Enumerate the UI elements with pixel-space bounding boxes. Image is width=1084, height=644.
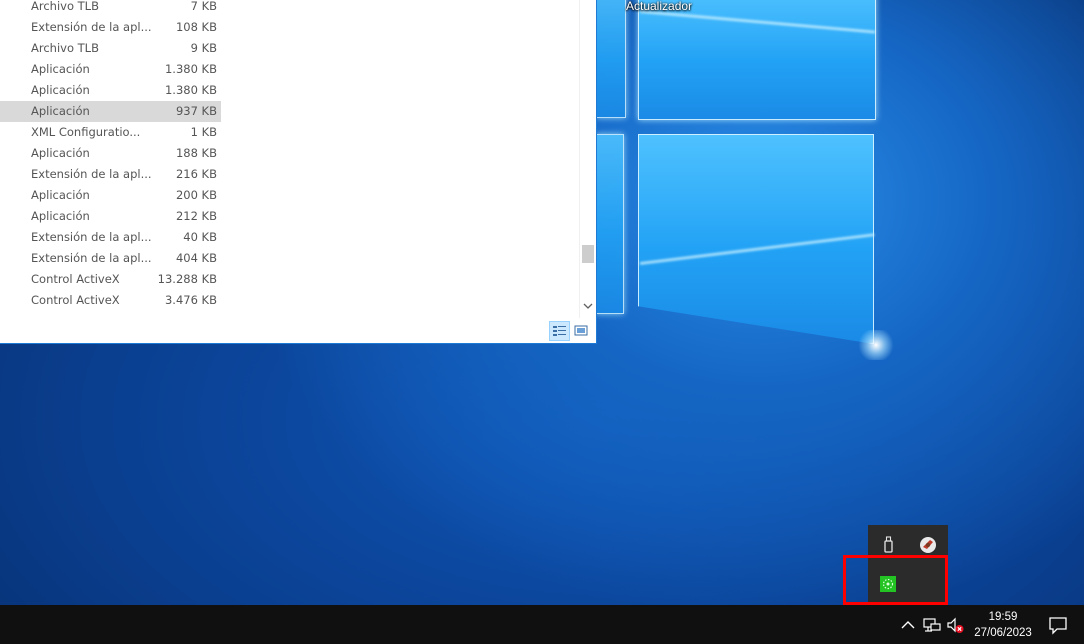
file-row[interactable]: XML Configuratio... 1 KB <box>0 122 221 143</box>
file-row[interactable]: Archivo TLB 9 KB <box>0 38 221 59</box>
taskbar: 19:59 27/06/2023 <box>0 605 1084 644</box>
highlight-annotation-box <box>843 555 948 605</box>
vertical-scrollbar[interactable] <box>579 0 596 318</box>
clock-date: 27/06/2023 <box>974 627 1032 639</box>
file-size: 3.476 KB <box>164 293 217 307</box>
file-type: Aplicación <box>31 146 90 160</box>
desktop-shortcut-label[interactable]: Actualizador <box>626 0 692 13</box>
wallpaper-pane-bottom-left <box>596 134 624 314</box>
wallpaper-pane-top-left <box>596 0 626 118</box>
large-icons-view-button[interactable] <box>571 321 592 341</box>
file-row[interactable]: Control ActiveX 13.288 KB <box>0 269 221 290</box>
file-size: 1.380 KB <box>164 83 217 97</box>
file-type: Archivo TLB <box>31 0 99 13</box>
file-type: Extensión de la apl... <box>31 20 152 34</box>
large-icons-view-icon <box>574 325 588 336</box>
usb-device-icon[interactable] <box>878 535 898 555</box>
details-view-button[interactable] <box>549 321 570 341</box>
file-row[interactable]: Extensión de la apl... 404 KB <box>0 248 221 269</box>
file-row[interactable]: Aplicación 1.380 KB <box>0 59 221 80</box>
file-size: 40 KB <box>183 230 217 244</box>
scrollbar-thumb[interactable] <box>582 245 594 263</box>
details-view-icon <box>553 326 566 336</box>
file-row[interactable]: Extensión de la apl... 40 KB <box>0 227 221 248</box>
file-size: 188 KB <box>175 146 217 160</box>
scroll-down-arrow-icon[interactable] <box>583 302 593 313</box>
file-type: Extensión de la apl... <box>31 167 152 181</box>
file-size: 404 KB <box>175 251 217 265</box>
file-type: Aplicación <box>31 104 90 118</box>
file-type: XML Configuratio... <box>31 125 141 139</box>
file-row[interactable]: Control ActiveX 3.476 KB <box>0 290 221 311</box>
file-type: Extensión de la apl... <box>31 230 152 244</box>
file-size: 13.288 KB <box>157 272 217 286</box>
volume-muted-icon[interactable] <box>945 615 965 635</box>
clock-time: 19:59 <box>988 611 1018 623</box>
file-type: Aplicación <box>31 83 90 97</box>
file-row[interactable]: Aplicación 937 KB <box>0 101 221 122</box>
file-size: 7 KB <box>190 0 217 13</box>
file-list: Archivo TLB 7 KB Extensión de la apl... 108… <box>0 0 221 311</box>
file-size: 9 KB <box>190 41 217 55</box>
file-row[interactable]: Aplicación 212 KB <box>0 206 221 227</box>
wallpaper-pane-top-right <box>638 0 876 120</box>
file-size: 1.380 KB <box>164 62 217 76</box>
taskbar-clock[interactable]: 19:59 27/06/2023 <box>968 609 1038 641</box>
file-size: 212 KB <box>175 209 217 223</box>
file-size: 216 KB <box>175 167 217 181</box>
file-type: Control ActiveX <box>31 272 120 286</box>
file-type: Aplicación <box>31 209 90 223</box>
network-icon[interactable] <box>922 615 942 635</box>
file-row[interactable]: Aplicación 1.380 KB <box>0 80 221 101</box>
file-type: Control ActiveX <box>31 293 120 307</box>
file-type: Extensión de la apl... <box>31 251 152 265</box>
file-size: 108 KB <box>175 20 217 34</box>
wallpaper-flare <box>856 330 896 360</box>
file-type: Aplicación <box>31 62 90 76</box>
file-size: 937 KB <box>175 104 217 118</box>
action-center-icon[interactable] <box>1048 615 1068 635</box>
file-row[interactable]: Archivo TLB 7 KB <box>0 0 221 17</box>
file-row[interactable]: Aplicación 200 KB <box>0 185 221 206</box>
file-row[interactable]: Extensión de la apl... 216 KB <box>0 164 221 185</box>
file-type: Archivo TLB <box>31 41 99 55</box>
file-type: Aplicación <box>31 188 90 202</box>
file-row[interactable]: Aplicación 188 KB <box>0 143 221 164</box>
show-hidden-icons-chevron-icon[interactable] <box>898 615 918 635</box>
file-explorer-window: Archivo TLB 7 KB Extensión de la apl... 108… <box>0 0 597 344</box>
file-row[interactable]: Extensión de la apl... 108 KB <box>0 17 221 38</box>
file-size: 200 KB <box>175 188 217 202</box>
browser-update-icon[interactable] <box>918 535 938 555</box>
file-size: 1 KB <box>190 125 217 139</box>
